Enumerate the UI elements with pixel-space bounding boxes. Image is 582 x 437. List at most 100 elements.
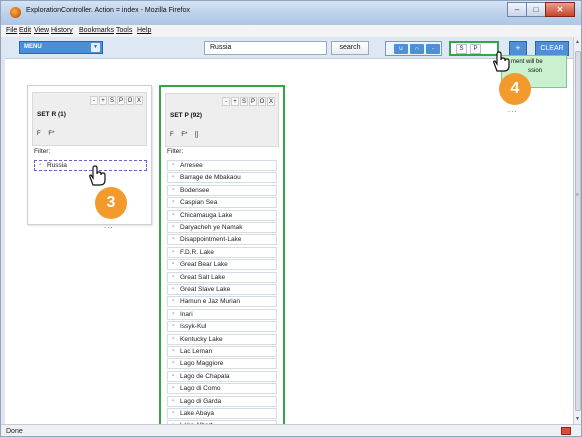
- s-control[interactable]: S: [240, 97, 248, 106]
- list-item-label: Great Bear Lake: [180, 261, 228, 269]
- list-item[interactable]: ▪ Great Bear Lake: [167, 259, 277, 271]
- title-bar: ExplorationController. Action = index - …: [1, 1, 581, 25]
- set-p-title: SET P (92): [170, 112, 203, 119]
- list-item-label: Caspian Sea: [180, 199, 218, 207]
- bullet-icon: ▪: [172, 236, 175, 243]
- menu-file[interactable]: File: [6, 27, 17, 34]
- menu-bookmarks[interactable]: Bookmarks: [79, 27, 114, 34]
- set-p-header: - + S P O X SET P (92) F F* []: [165, 93, 279, 147]
- o-control[interactable]: O: [258, 97, 266, 106]
- bullet-icon: ▪: [172, 323, 175, 330]
- bullet-icon: ▪: [39, 162, 42, 168]
- menu-edit[interactable]: Edit: [19, 27, 31, 34]
- intersection-button[interactable]: ∩: [410, 44, 424, 54]
- set-r-filter-label: Filter:: [34, 148, 51, 155]
- f-star-button[interactable]: F*: [181, 132, 187, 138]
- list-item[interactable]: ▪ Caspian Sea: [167, 197, 277, 209]
- menu-dropdown[interactable]: MENU ▼: [19, 41, 103, 54]
- list-item[interactable]: ▪ Lago Maggiore: [167, 358, 277, 370]
- list-item[interactable]: ▪ Barrage de Mbakaou: [167, 172, 277, 184]
- list-item[interactable]: ▪ Lac Leman: [167, 346, 277, 357]
- menu-view[interactable]: View: [34, 27, 49, 34]
- list-item[interactable]: ▪ F.D.R. Lake: [167, 246, 277, 258]
- bullet-icon: ▪: [172, 397, 175, 404]
- search-input[interactable]: Russia: [204, 41, 327, 55]
- set-p-ff-row: F F* []: [170, 132, 204, 138]
- list-item[interactable]: ▪ Lago di Garda: [167, 395, 277, 407]
- close-control[interactable]: X: [135, 96, 143, 105]
- list-item-label: F.D.R. Lake: [180, 248, 214, 256]
- bullet-icon: ▪: [172, 211, 175, 218]
- close-icon[interactable]: ✕: [545, 2, 575, 17]
- f-button[interactable]: F: [170, 132, 174, 138]
- list-item[interactable]: ▪ Lake Abaya: [167, 408, 277, 419]
- list-item-label: Chicamauga Lake: [180, 211, 233, 219]
- list-item-label: Lago de Chapala: [180, 372, 230, 380]
- set-r-panel: - + S P O X SET R (1) F F* Filter: ▪ Rus…: [27, 85, 152, 225]
- list-item[interactable]: ▪ Inari: [167, 308, 277, 320]
- menu-help[interactable]: Help: [137, 27, 151, 34]
- list-item-label: Great Slave Lake: [180, 286, 231, 293]
- list-item-label: Bodensee: [180, 186, 210, 194]
- bullet-icon: ▪: [172, 199, 175, 206]
- step-4-callout: 4: [499, 73, 531, 105]
- s-button[interactable]: S: [456, 44, 467, 54]
- p-control[interactable]: P: [249, 97, 257, 106]
- f-star-button[interactable]: F*: [48, 131, 54, 137]
- list-item[interactable]: ▪ Daryacheh ye Namak: [167, 222, 277, 233]
- set-p-filter-label: Filter:: [167, 148, 184, 155]
- collapse-button[interactable]: -: [222, 97, 230, 106]
- search-button[interactable]: search: [331, 41, 369, 55]
- set-operations-group: ∪ ∩ -: [385, 41, 442, 56]
- list-item[interactable]: ▪ Bodensee: [167, 184, 277, 196]
- list-item-label: Kentucky Lake: [180, 335, 223, 343]
- set-r-title: SET R (1): [37, 111, 66, 118]
- clear-button[interactable]: CLEAR: [535, 41, 569, 56]
- list-item[interactable]: ▪ Disappointment-Lake: [167, 234, 277, 246]
- scroll-thumb[interactable]: ≡: [575, 51, 581, 411]
- bullet-icon: ▪: [172, 335, 175, 342]
- list-item[interactable]: ▪ Hamun e Jaz Murian: [167, 296, 277, 308]
- bullet-icon: ▪: [172, 298, 175, 305]
- menu-tools[interactable]: Tools: [116, 27, 132, 34]
- p-control[interactable]: P: [117, 96, 125, 105]
- list-item-label: Lago Maggiore: [180, 360, 224, 368]
- close-control[interactable]: X: [267, 97, 275, 106]
- list-item[interactable]: ▪ Lago di Como: [167, 383, 277, 395]
- collapse-button[interactable]: -: [90, 96, 98, 105]
- scroll-down-icon[interactable]: ▼: [574, 415, 581, 423]
- bullet-icon: ▪: [172, 174, 175, 181]
- list-item[interactable]: ▪ Arresee: [167, 160, 277, 171]
- bullet-icon: ▪: [172, 273, 175, 280]
- maximize-icon[interactable]: □: [526, 2, 546, 17]
- scroll-up-icon[interactable]: ▲: [574, 38, 581, 46]
- expand-button[interactable]: +: [231, 97, 239, 106]
- expand-button[interactable]: +: [99, 96, 107, 105]
- list-item[interactable]: ▪ Issyk-Kul: [167, 321, 277, 333]
- list-item-label: Lac Leman: [180, 348, 213, 355]
- brackets-button[interactable]: []: [195, 132, 198, 138]
- s-control[interactable]: S: [108, 96, 116, 105]
- list-item[interactable]: ▪ Great Slave Lake: [167, 284, 277, 295]
- list-item[interactable]: ▪ Kentucky Lake: [167, 333, 277, 345]
- hand-cursor-icon: [493, 51, 510, 72]
- minimize-icon[interactable]: –: [507, 2, 527, 17]
- p-button[interactable]: P: [470, 44, 481, 54]
- union-button[interactable]: ∪: [394, 44, 408, 54]
- difference-button[interactable]: -: [426, 44, 440, 54]
- bullet-icon: ▪: [172, 162, 175, 168]
- list-item[interactable]: ▪ Lago de Chapala: [167, 370, 277, 382]
- chevron-down-icon: ▼: [91, 43, 100, 52]
- set-r-controls: - + S P O X: [90, 96, 143, 105]
- menu-history[interactable]: History: [51, 27, 73, 34]
- browser-window: ExplorationController. Action = index - …: [0, 0, 582, 437]
- list-item-label: Disappointment-Lake: [180, 236, 242, 244]
- list-item-label: Daryacheh ye Namak: [180, 224, 243, 231]
- list-item[interactable]: ▪ Great Salt Lake: [167, 271, 277, 283]
- bullet-icon: ▪: [172, 360, 175, 367]
- bullet-icon: ▪: [172, 372, 175, 379]
- list-item[interactable]: ▪ Chicamauga Lake: [167, 209, 277, 221]
- vertical-scrollbar[interactable]: ▲ ≡ ▼: [573, 37, 581, 424]
- o-control[interactable]: O: [126, 96, 134, 105]
- f-button[interactable]: F: [37, 131, 41, 137]
